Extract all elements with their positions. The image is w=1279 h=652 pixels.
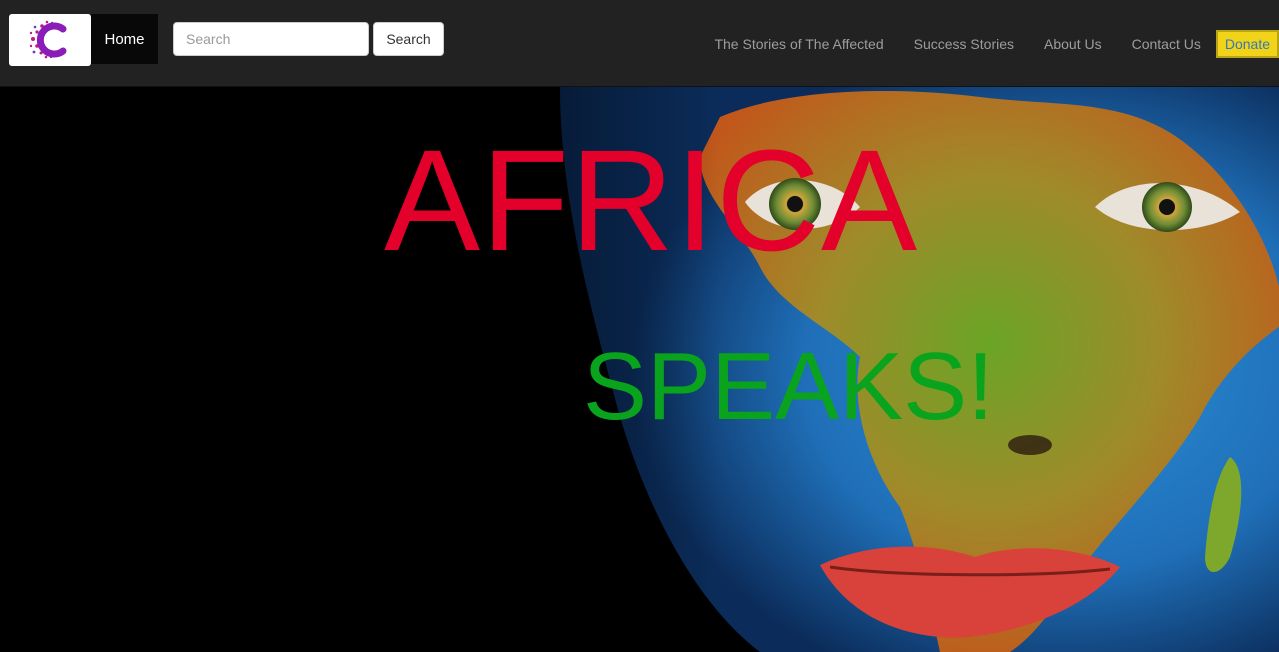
nav-link-stories-affected[interactable]: The Stories of The Affected xyxy=(699,30,898,58)
nav-link-contact-us[interactable]: Contact Us xyxy=(1117,30,1216,58)
top-navbar: Home Search The Stories of The Affected … xyxy=(0,0,1279,87)
search-button[interactable]: Search xyxy=(373,22,444,56)
site-logo[interactable] xyxy=(9,14,91,66)
hero-title: AFRICA xyxy=(384,120,919,281)
nav-links: The Stories of The Affected Success Stor… xyxy=(699,30,1279,58)
donate-button[interactable]: Donate xyxy=(1215,30,1279,58)
search-input[interactable] xyxy=(173,22,369,56)
nav-home-link[interactable]: Home xyxy=(91,14,158,64)
nav-link-success-stories[interactable]: Success Stories xyxy=(899,30,1029,58)
nav-link-about-us[interactable]: About Us xyxy=(1029,30,1117,58)
hero-subtitle: SPEAKS! xyxy=(583,333,994,440)
hero-banner: AFRICA SPEAKS! xyxy=(0,87,1279,652)
colorful-c-logo-icon xyxy=(25,17,75,63)
